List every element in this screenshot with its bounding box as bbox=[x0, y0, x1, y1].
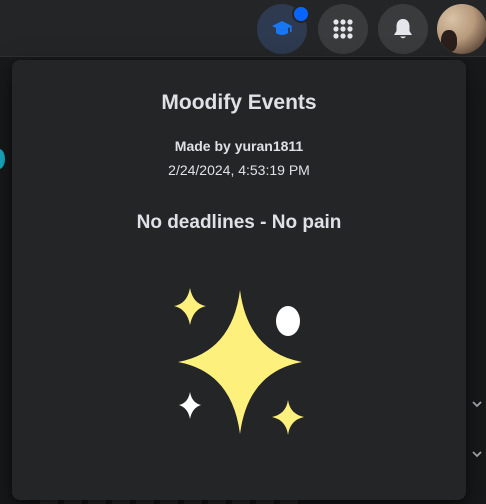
notification-badge-dot bbox=[292, 5, 310, 23]
popup-title: Moodify Events bbox=[161, 91, 317, 114]
left-edge-accent bbox=[0, 149, 5, 169]
top-navigation-bar bbox=[0, 0, 486, 56]
profile-avatar[interactable] bbox=[437, 4, 486, 54]
grid-menu-icon bbox=[333, 19, 353, 39]
status-message: No deadlines - No pain bbox=[136, 212, 342, 233]
extension-button[interactable] bbox=[257, 4, 310, 54]
menu-button[interactable] bbox=[318, 4, 368, 54]
chevron-down-icon[interactable] bbox=[471, 398, 483, 410]
topbar-divider bbox=[0, 56, 486, 57]
page-left-edge bbox=[0, 57, 12, 504]
sparkles-icon bbox=[174, 288, 304, 435]
page-right-edge bbox=[466, 57, 486, 504]
avatar-photo-figure bbox=[441, 30, 457, 52]
graduation-cap-icon bbox=[272, 21, 292, 35]
author-credit: Made by yuran1811 bbox=[174, 138, 304, 154]
bell-icon bbox=[394, 19, 412, 39]
moodify-events-popup: Moodify Events Made by yuran1811 2/24/20… bbox=[12, 60, 466, 500]
chevron-down-icon[interactable] bbox=[471, 448, 483, 460]
timestamp: 2/24/2024, 4:53:19 PM bbox=[168, 162, 310, 178]
notifications-button[interactable] bbox=[378, 4, 428, 54]
